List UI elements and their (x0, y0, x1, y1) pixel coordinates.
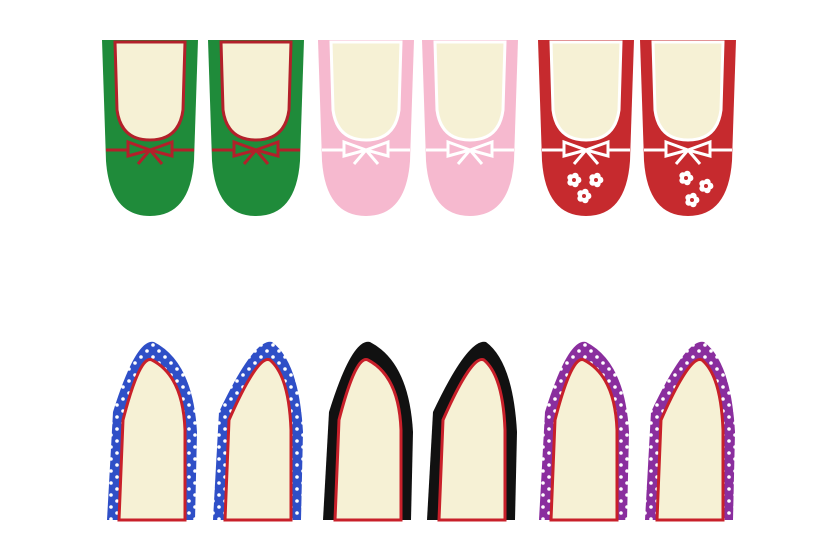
shoe-blue-dots-0 (107, 341, 197, 522)
shoe-purple-dots-0 (539, 341, 629, 522)
shoe-black-0 (323, 341, 413, 522)
shoe-green-1 (208, 40, 304, 216)
shoe-green-0 (102, 40, 198, 216)
shoe-purple-dots-1 (645, 341, 735, 522)
ballet-flats-illustration (102, 40, 736, 522)
top-row-shoes (102, 40, 736, 216)
shoe-black-1 (427, 341, 517, 522)
shoe-pink-0 (318, 40, 414, 216)
bottom-row-shoes (107, 341, 735, 522)
shoe-blue-dots-1 (213, 341, 303, 522)
shoe-red-0 (538, 40, 634, 216)
shoe-pink-1 (422, 40, 518, 216)
shoe-red-1 (640, 40, 736, 216)
